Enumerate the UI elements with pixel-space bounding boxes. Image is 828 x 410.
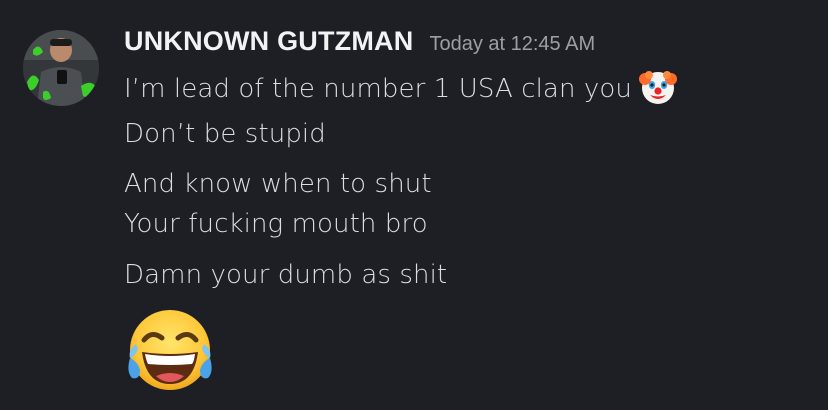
avatar-icon bbox=[23, 30, 99, 106]
message-text: Don’t be stupid bbox=[124, 119, 326, 149]
timestamp[interactable]: Today at 12:45 AM bbox=[429, 33, 595, 56]
clown-face-emoji-icon bbox=[638, 71, 677, 104]
username[interactable]: UNKNOWN GUTZMAN bbox=[124, 26, 413, 57]
message-text: Damn your dumb as shit bbox=[124, 260, 448, 290]
message-text: I’m lead of the number 1 USA clan you bbox=[124, 74, 632, 104]
message-group: UNKNOWN GUTZMAN Today at 12:45 AM I’m le… bbox=[0, 0, 828, 410]
message-header: UNKNOWN GUTZMAN Today at 12:45 AM bbox=[124, 26, 595, 62]
message-line: And know when to shut bbox=[124, 167, 432, 201]
message-line: Your fucking mouth bro bbox=[124, 207, 428, 241]
message-line: Damn your dumb as shit bbox=[124, 258, 447, 292]
chat-view: UNKNOWN GUTZMAN Today at 12:45 AM I’m le… bbox=[0, 0, 828, 410]
message-text: Your fucking mouth bro bbox=[124, 209, 428, 239]
message-line: I’m lead of the number 1 USA clan you bbox=[124, 67, 678, 107]
face-with-tears-of-joy-emoji-icon bbox=[128, 310, 212, 390]
message-line: Don’t be stupid bbox=[124, 117, 326, 151]
user-avatar[interactable] bbox=[23, 30, 99, 106]
message-text: And know when to shut bbox=[124, 169, 432, 199]
